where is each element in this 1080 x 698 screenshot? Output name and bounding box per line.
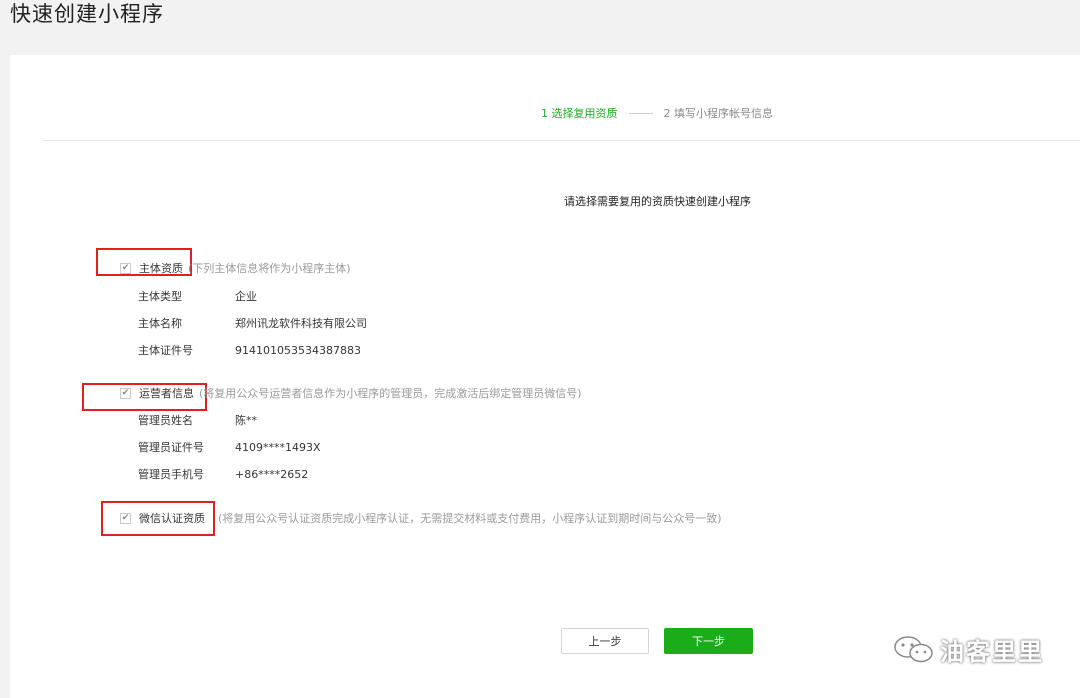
subject-row-type: 主体类型 企业 bbox=[138, 288, 257, 304]
wechat-cert-label: 微信认证资质 bbox=[139, 512, 205, 525]
row-key: 主体名称 bbox=[138, 317, 182, 330]
prev-button[interactable]: 上一步 bbox=[561, 628, 649, 654]
row-key: 管理员证件号 bbox=[138, 441, 204, 454]
subject-section-header: ✔ 主体资质 (下列主体信息将作为小程序主体) bbox=[120, 259, 351, 277]
next-button[interactable]: 下一步 bbox=[664, 628, 753, 654]
divider bbox=[43, 140, 1080, 141]
row-key: 主体证件号 bbox=[138, 344, 193, 357]
main-card: 1 选择复用资质 2 填写小程序帐号信息 请选择需要复用的资质快速创建小程序 ✔… bbox=[10, 55, 1080, 698]
row-key: 主体类型 bbox=[138, 290, 182, 303]
step-2: 2 填写小程序帐号信息 bbox=[663, 107, 774, 120]
row-value: 914101053534387883 bbox=[235, 343, 361, 357]
watermark-text: 油客里里 bbox=[940, 638, 1044, 666]
step-connector bbox=[628, 112, 653, 114]
wechat-cert-note: (将复用公众号认证资质完成小程序认证，无需提交材料或支付费用，小程序认证到期时间… bbox=[218, 512, 722, 525]
operator-label: 运营者信息 bbox=[139, 387, 194, 400]
operator-row-phone: 管理员手机号 +86****2652 bbox=[138, 466, 308, 482]
row-value: 4109****1493X bbox=[235, 440, 321, 454]
subject-label: 主体资质 bbox=[139, 262, 183, 275]
operator-row-id: 管理员证件号 4109****1493X bbox=[138, 439, 321, 455]
wechat-icon bbox=[894, 635, 933, 662]
operator-row-name: 管理员姓名 陈** bbox=[138, 412, 257, 428]
subject-checkbox[interactable]: ✔ bbox=[120, 262, 131, 274]
page-title: 快速创建小程序 bbox=[10, 2, 164, 26]
row-value: 企业 bbox=[235, 290, 257, 303]
row-key: 管理员姓名 bbox=[138, 414, 193, 427]
watermark: 油客里里 bbox=[892, 632, 1044, 667]
subject-row-name: 主体名称 郑州讯龙软件科技有限公司 bbox=[138, 315, 367, 331]
wechat-cert-section-header: ✔ 微信认证资质 (将复用公众号认证资质完成小程序认证，无需提交材料或支付费用，… bbox=[120, 509, 722, 527]
step-1-active: 1 选择复用资质 bbox=[541, 107, 618, 120]
row-value: +86****2652 bbox=[235, 467, 309, 481]
row-key: 管理员手机号 bbox=[138, 468, 204, 481]
subject-row-id: 主体证件号 914101053534387883 bbox=[138, 342, 361, 358]
row-value: 陈** bbox=[235, 414, 257, 427]
row-value: 郑州讯龙软件科技有限公司 bbox=[235, 317, 367, 330]
subject-note: (下列主体信息将作为小程序主体) bbox=[188, 262, 351, 275]
step-indicator: 1 选择复用资质 2 填写小程序帐号信息 bbox=[541, 105, 773, 121]
wechat-cert-checkbox[interactable]: ✔ bbox=[120, 512, 131, 524]
operator-section-header: ✔ 运营者信息 (将复用公众号运营者信息作为小程序的管理员，完成激活后绑定管理员… bbox=[120, 384, 582, 402]
operator-note: (将复用公众号运营者信息作为小程序的管理员，完成激活后绑定管理员微信号) bbox=[199, 387, 582, 400]
operator-checkbox[interactable]: ✔ bbox=[120, 387, 131, 399]
